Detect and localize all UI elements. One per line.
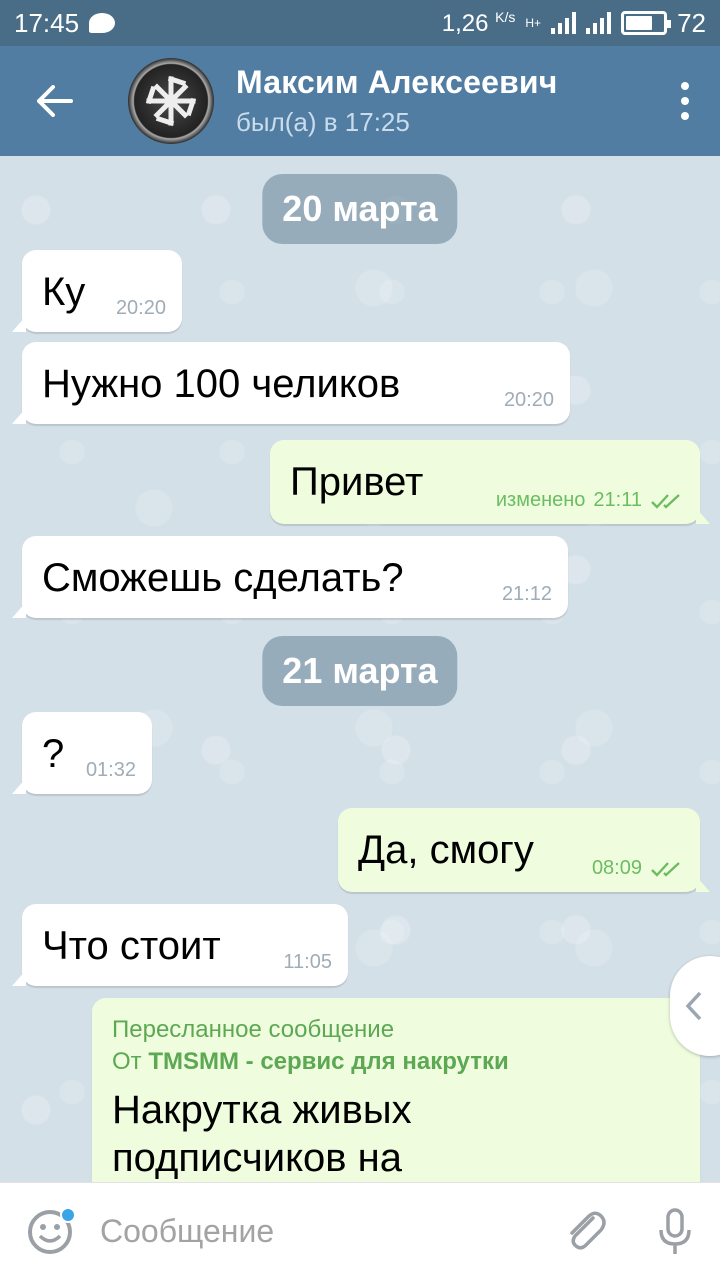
back-button[interactable]	[0, 46, 110, 156]
message-text: Привет	[290, 460, 424, 504]
edited-label: изменено	[495, 489, 586, 511]
message-bubble[interactable]: Сможешь сделать? 21:12	[12, 536, 568, 618]
emoji-button[interactable]	[0, 1183, 100, 1280]
message-time: 11:05	[283, 951, 332, 973]
date-separator: 21 марта	[262, 636, 458, 706]
forwarded-from[interactable]: От TMSMM - сервис для накрутки	[112, 1048, 680, 1076]
message-bubble[interactable]: Что стоит 11:05	[12, 904, 348, 986]
avatar[interactable]	[128, 58, 214, 144]
message-text: ?	[42, 732, 65, 776]
chat-area[interactable]: 20 марта Ку 20:20 Нужно 100 челиков 20:2…	[0, 156, 720, 1182]
battery-icon	[621, 11, 672, 35]
chat-title: Максим Алексеевич	[236, 64, 558, 100]
message-time: 20:20	[115, 297, 166, 319]
message-time: 21:12	[501, 583, 552, 605]
avatar-symbol-icon	[145, 75, 197, 127]
status-bar: 17:45 1,26 K/s H+ 72	[0, 0, 720, 46]
more-vert-icon	[681, 82, 689, 90]
message-time: 21:11	[593, 489, 642, 511]
last-seen: был(а) в 17:25	[236, 107, 410, 137]
message-text: Да, смогу	[358, 828, 534, 872]
status-time: 17:45	[14, 7, 80, 38]
notification-dot	[60, 1206, 76, 1223]
message-input[interactable]	[100, 1213, 540, 1250]
battery-level: 72	[677, 7, 706, 38]
arrow-left-icon	[37, 85, 73, 117]
chat-header: Максим Алексеевич был(а) в 17:25	[0, 46, 720, 156]
double-check-icon	[651, 493, 680, 509]
message-bubble[interactable]: ? 01:32	[12, 712, 152, 794]
forwarded-label: Пересланное сообщение	[112, 1016, 395, 1043]
message-text: Сможешь сделать?	[42, 556, 404, 600]
forwarded-text: Накрутка живых подписчиков на	[112, 1088, 412, 1180]
message-bubble[interactable]: Нужно 100 челиков 20:20	[12, 342, 570, 424]
date-separator: 20 марта	[262, 174, 458, 244]
message-bubble-outgoing[interactable]: Да, смогу 08:09	[338, 808, 710, 892]
signal-icon	[551, 12, 577, 34]
chevron-left-icon	[685, 991, 702, 1021]
message-bubble[interactable]: Ку 20:20	[12, 250, 182, 332]
double-check-icon	[651, 861, 680, 877]
message-text: Что стоит	[42, 924, 221, 968]
message-time: 01:32	[85, 759, 136, 781]
microphone-button[interactable]	[630, 1183, 720, 1280]
attach-button[interactable]	[540, 1183, 630, 1280]
microphone-icon	[659, 1207, 691, 1254]
paperclip-icon	[570, 1211, 606, 1249]
message-input-bar	[0, 1182, 720, 1280]
message-bubble-outgoing[interactable]: Привет изменено 21:11	[270, 440, 710, 524]
message-text: Нужно 100 челиков	[42, 362, 401, 406]
message-time: 08:09	[591, 857, 642, 879]
message-text: Ку	[42, 270, 86, 314]
more-options-button[interactable]	[650, 46, 720, 156]
network-speed: 1,26 K/s	[441, 8, 516, 37]
chat-title-block[interactable]: Максим Алексеевич был(а) в 17:25	[236, 64, 558, 138]
message-time: 20:20	[503, 389, 554, 411]
signal-2-icon	[586, 12, 612, 34]
network-type: H+	[525, 15, 542, 30]
forwarded-message-bubble[interactable]: Пересланное сообщение От TMSMM - сервис …	[92, 998, 700, 1182]
message-notification-icon	[89, 13, 116, 33]
